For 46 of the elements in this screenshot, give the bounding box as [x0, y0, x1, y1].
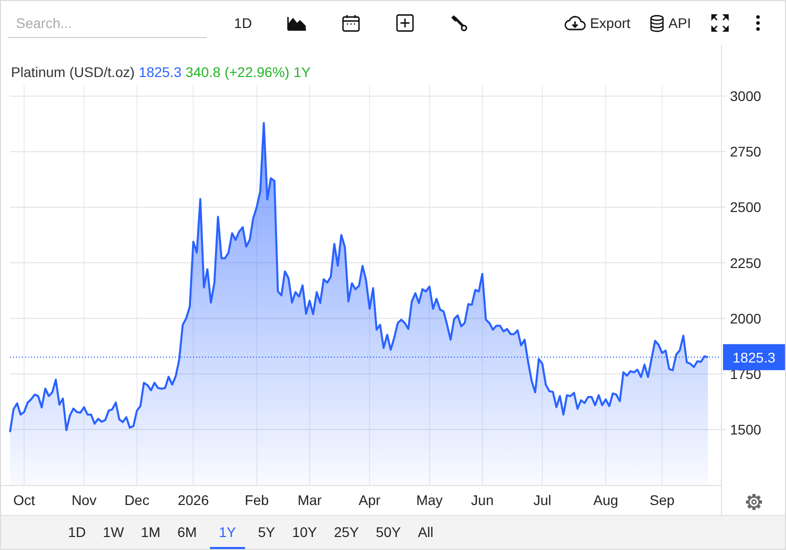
range-tab[interactable]: 25Y	[330, 516, 363, 549]
wrench-icon	[450, 14, 468, 32]
x-axis-label: Jun	[471, 492, 494, 508]
ref-line-label: 1825.3	[732, 350, 776, 366]
change-period: 1Y	[293, 64, 311, 80]
price-tag: 1825.3	[723, 344, 785, 370]
y-axis-label: 2000	[730, 310, 762, 326]
y-axis-label: 2500	[730, 199, 762, 216]
x-axis-label: 2026	[178, 492, 209, 508]
calendar-icon	[342, 14, 360, 32]
x-axis-label: Nov	[72, 492, 96, 508]
x-axis-label: Mar	[298, 492, 322, 508]
area-chart-icon	[287, 15, 307, 31]
range-tab[interactable]: 1M	[136, 516, 164, 549]
more-icon	[756, 15, 760, 31]
x-axis-label: Apr	[358, 492, 380, 508]
export-button[interactable]: Export	[564, 10, 630, 36]
x-axis-label: Dec	[124, 492, 150, 508]
range-tab[interactable]: All	[414, 516, 438, 549]
range-tab[interactable]: 1W	[98, 516, 128, 549]
x-axis-label: Sep	[650, 492, 675, 508]
y-axis-label: 2250	[730, 254, 762, 271]
range-tab[interactable]: 5Y	[254, 516, 280, 549]
instrument-name: Platinum (USD/t.oz)	[11, 64, 135, 80]
database-icon	[650, 14, 664, 32]
range-tab[interactable]: 6M	[173, 516, 201, 549]
interval-button[interactable]: 1D	[226, 10, 260, 36]
last-price: 1825.3	[138, 64, 182, 80]
cloud-download-icon	[564, 15, 586, 31]
y-axis-label: 1500	[730, 421, 762, 438]
x-axis-label: Aug	[593, 492, 618, 508]
range-tab[interactable]: 10Y	[288, 516, 321, 549]
range-tab[interactable]: 1Y	[210, 516, 245, 549]
range-tab[interactable]: 1D	[64, 516, 90, 549]
x-axis-label: Jul	[533, 492, 552, 508]
fullscreen-icon	[711, 14, 729, 32]
plus-square-icon	[396, 14, 414, 32]
x-axis-label: Feb	[244, 492, 269, 508]
range-tab[interactable]: 50Y	[372, 516, 405, 549]
price-change: 340.8 (+22.96%)	[186, 64, 290, 80]
settings-icon[interactable]	[746, 494, 762, 510]
api-button[interactable]: API	[650, 10, 691, 36]
x-axis-label: Oct	[13, 492, 35, 508]
y-axis-label: 3000	[730, 88, 762, 104]
x-axis-label: May	[416, 492, 443, 508]
y-axis-label: 2750	[730, 144, 762, 160]
